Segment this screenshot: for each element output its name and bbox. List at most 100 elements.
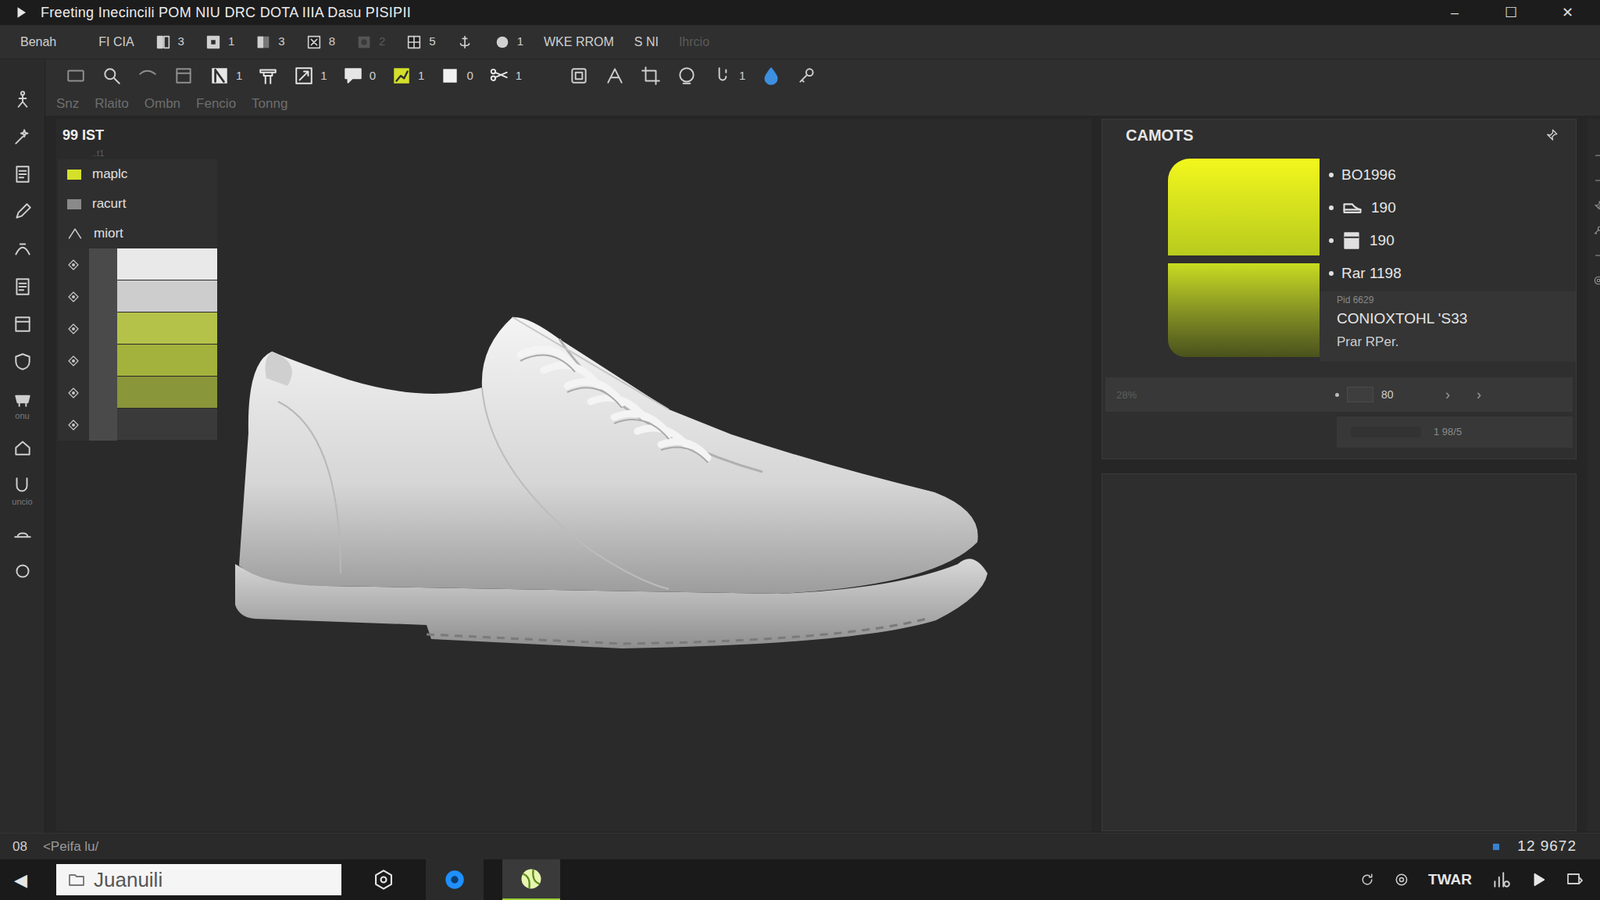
tool-button[interactable] <box>12 437 33 458</box>
search-field[interactable] <box>56 864 342 896</box>
material-row[interactable] <box>57 312 218 345</box>
tool-button[interactable]: 1 <box>293 65 327 86</box>
toolbar-button[interactable]: 2 <box>355 32 386 51</box>
tool-button[interactable] <box>257 65 279 86</box>
tab[interactable]: Tonng <box>251 93 288 115</box>
tool-button[interactable] <box>12 89 33 110</box>
shield-icon <box>12 351 33 372</box>
tab[interactable]: Fencio <box>196 93 236 115</box>
menu-item[interactable]: FI CIA <box>98 32 134 52</box>
toolbar-button[interactable]: 3 <box>154 32 185 51</box>
menu-item[interactable]: S NI <box>634 32 659 52</box>
material-info: Pid 6629CONIOXTOHL 'S33Prar RPer. <box>1319 291 1576 362</box>
viewport[interactable]: 99 IST..t1maplcracurtmiort <box>56 118 1092 832</box>
tool-button[interactable] <box>640 65 661 86</box>
menu-item[interactable]: Benah <box>20 32 57 52</box>
task-icon[interactable] <box>360 859 408 900</box>
material-row[interactable] <box>57 376 218 409</box>
tool-button[interactable] <box>137 65 158 86</box>
layer-row[interactable]: maplc <box>57 159 218 190</box>
property-value: 190 <box>1369 229 1395 253</box>
tool-button[interactable] <box>12 201 33 222</box>
tool-button[interactable] <box>101 65 122 86</box>
workspace: onuuncio1101011SnzRlaitoOmbnFencioTonng9… <box>0 59 1600 833</box>
transform-icon <box>293 65 315 86</box>
tool-button[interactable]: 1 <box>209 65 243 86</box>
shoe-icon <box>1341 196 1364 219</box>
tab[interactable]: Rlaito <box>94 93 129 115</box>
tab-row: Snz Rlaito Ombn Fencio Tonng <box>45 92 1600 116</box>
title-bar: Freeting Inecincili POM NIU DRC DOTA III… <box>0 0 1600 25</box>
tool-button[interactable] <box>12 351 33 372</box>
toolbar-button[interactable]: 3 <box>254 32 285 51</box>
layer-row[interactable]: miort <box>57 218 218 249</box>
counter: 5 <box>428 32 436 51</box>
tool-button[interactable] <box>173 65 194 86</box>
stepper-button[interactable]: › <box>1467 384 1491 406</box>
shoe-model[interactable] <box>231 315 993 668</box>
material-row[interactable] <box>57 248 218 281</box>
tool-button[interactable]: 1 <box>712 65 746 86</box>
toolbar-button[interactable]: 1 <box>493 32 524 51</box>
tool-button[interactable] <box>12 239 33 260</box>
figure-icon <box>12 89 33 110</box>
material-handle <box>57 248 90 281</box>
tool-button[interactable] <box>12 560 33 582</box>
layer-row[interactable]: racurt <box>57 189 218 219</box>
dot-icon <box>493 33 511 51</box>
value-box[interactable] <box>1346 386 1374 403</box>
tool-label: onu <box>14 410 29 421</box>
tool-button[interactable]: uncio <box>11 475 33 507</box>
curve-icon <box>137 65 158 86</box>
window-control[interactable]: ☐ <box>1489 2 1533 24</box>
tool-button[interactable]: 0 <box>439 65 473 86</box>
model-canvas <box>217 118 1092 832</box>
material-row[interactable] <box>57 344 218 377</box>
tool-button[interactable] <box>568 65 590 86</box>
tool-button[interactable] <box>12 164 33 185</box>
tool-button[interactable] <box>65 65 86 86</box>
back-button[interactable]: ◀ <box>14 867 38 893</box>
material-row[interactable] <box>57 408 218 441</box>
tool-button[interactable]: onu <box>12 389 33 421</box>
tool-button[interactable] <box>12 276 33 297</box>
tab[interactable]: Ombn <box>144 93 181 115</box>
toolbar-button-state: 1 <box>493 32 524 51</box>
menu-item[interactable]: Ihrcio <box>678 32 710 52</box>
toolbar-button[interactable]: 1 <box>204 32 235 51</box>
menu-item[interactable]: WKE RROM <box>543 32 615 52</box>
window-control[interactable]: ✕ <box>1545 2 1590 24</box>
search-input[interactable] <box>93 864 331 896</box>
counter: 1 <box>320 67 327 86</box>
tool-button[interactable] <box>760 65 782 86</box>
window-control[interactable]: – <box>1432 2 1477 24</box>
tool-color <box>65 65 86 86</box>
tool-button[interactable] <box>676 65 697 86</box>
toolbar-button[interactable]: 8 <box>305 32 336 51</box>
tool-button[interactable] <box>12 314 33 335</box>
material-row[interactable] <box>57 280 218 313</box>
toolbar-button[interactable] <box>456 33 474 51</box>
tool-button[interactable] <box>604 65 625 86</box>
grid-icon <box>405 33 423 51</box>
tool-button[interactable] <box>796 65 818 86</box>
inspector-body: BO1996190190Rar 1198Pid 6629CONIOXTOHL '… <box>1102 150 1576 362</box>
tool-button[interactable]: 1 <box>489 65 522 86</box>
inspector-card: CAMOTSBO1996190190Rar 1198Pid 6629CONIOX… <box>1101 118 1577 460</box>
main-toolbar: BenahFI CIA3138251WKE RROMS NIIhrcio <box>0 25 1600 60</box>
material-swatch <box>117 344 218 377</box>
task-icon[interactable] <box>502 859 561 900</box>
task-icon[interactable] <box>425 859 484 900</box>
tab[interactable]: Snz <box>56 93 79 115</box>
tool-button[interactable]: 0 <box>342 65 376 86</box>
material-shade <box>89 280 118 313</box>
tool-button[interactable] <box>12 126 33 147</box>
search-icon <box>101 65 122 86</box>
scissors-icon <box>489 65 510 86</box>
tool-button[interactable]: 1 <box>391 65 425 86</box>
counter: 1 <box>739 67 746 86</box>
tool-button[interactable] <box>12 523 33 544</box>
property-row: BO1996 <box>1319 158 1576 192</box>
stepper-button[interactable]: › <box>1435 384 1460 406</box>
toolbar-button[interactable]: 5 <box>405 32 436 51</box>
